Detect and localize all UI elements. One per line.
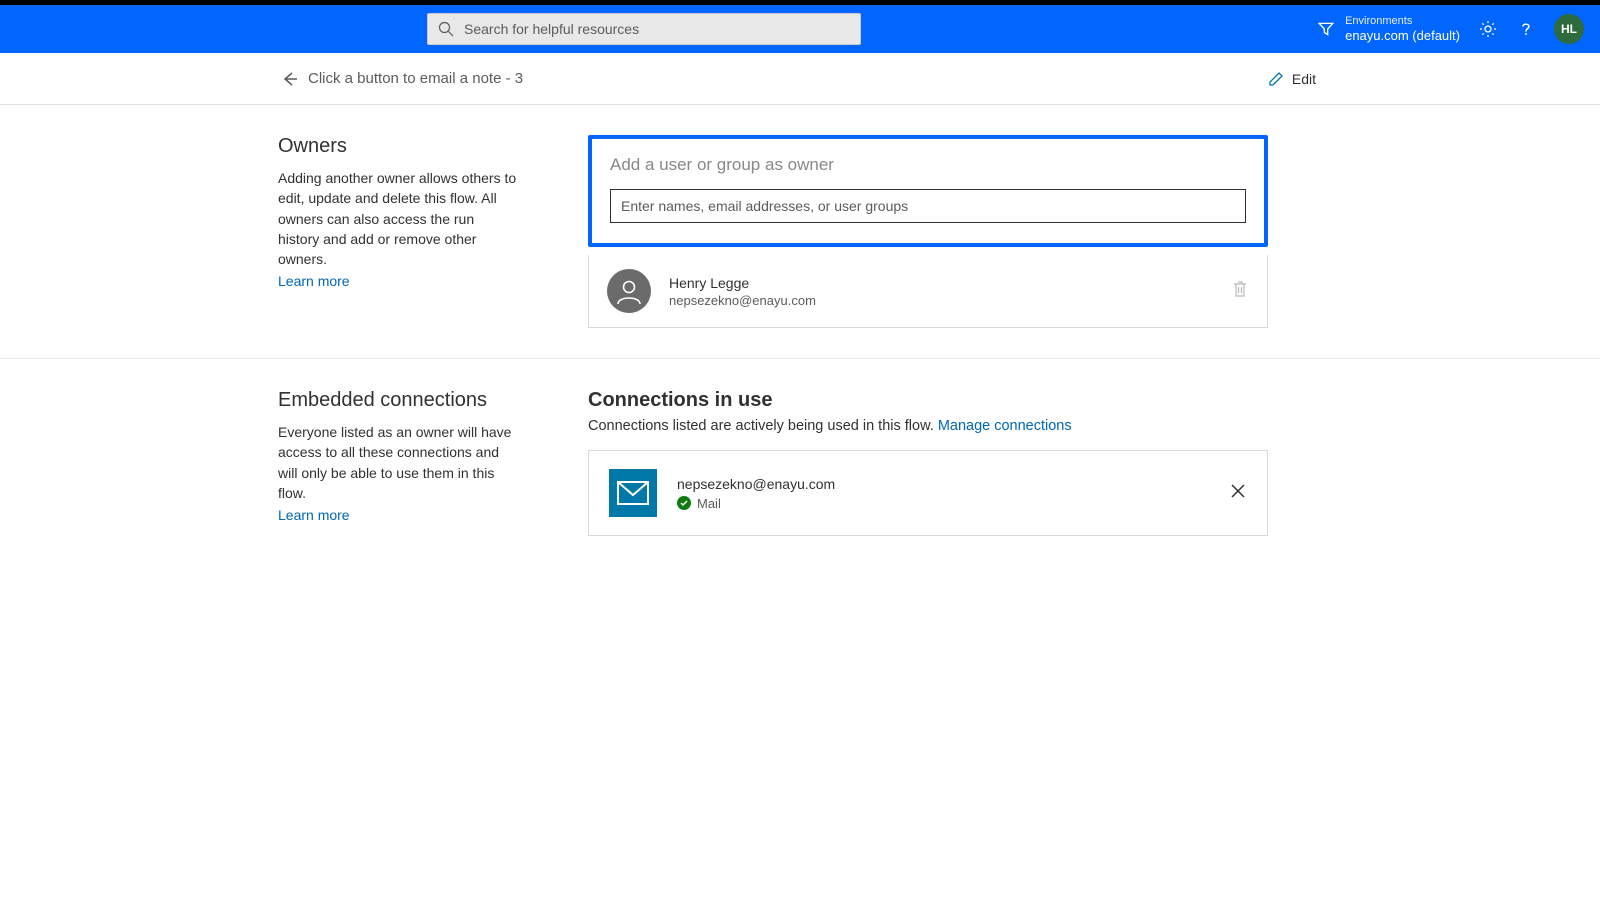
page-subheader: Click a button to email a note - 3 Edit [0, 53, 1600, 105]
owner-email: nepsezekno@enayu.com [669, 293, 1213, 308]
help-icon [1517, 20, 1535, 38]
trash-icon [1231, 279, 1249, 299]
connections-section: Embedded connections Everyone listed as … [0, 359, 1600, 566]
add-owner-title: Add a user or group as owner [610, 155, 1246, 175]
help-button[interactable] [1516, 19, 1536, 39]
edit-label: Edit [1292, 71, 1316, 87]
add-owner-panel: Add a user or group as owner [588, 135, 1268, 247]
status-ok-icon [677, 496, 691, 510]
mail-connector-icon [609, 469, 657, 517]
global-search[interactable] [427, 13, 861, 45]
app-header: Environments enayu.com (default) HL [0, 5, 1600, 53]
owners-learn-more-link[interactable]: Learn more [278, 273, 350, 289]
environment-picker[interactable]: Environments enayu.com (default) [1317, 15, 1460, 44]
owner-avatar [607, 269, 651, 313]
envelope-icon [617, 481, 649, 505]
settings-button[interactable] [1478, 19, 1498, 39]
pencil-icon [1268, 71, 1284, 87]
person-icon [614, 276, 644, 306]
embedded-connections-description: Everyone listed as an owner will have ac… [278, 422, 518, 503]
embedded-connections-title: Embedded connections [278, 389, 518, 412]
owner-row: Henry Legge nepsezekno@enayu.com [588, 255, 1268, 328]
gear-icon [1478, 19, 1498, 39]
owner-name: Henry Legge [669, 275, 1213, 291]
search-icon [438, 21, 454, 37]
owners-title: Owners [278, 135, 518, 158]
back-button[interactable] [280, 70, 298, 88]
connections-in-use-title: Connections in use [588, 389, 1268, 412]
user-avatar[interactable]: HL [1554, 14, 1584, 44]
environment-name: enayu.com (default) [1345, 28, 1460, 44]
environments-label: Environments [1345, 15, 1460, 28]
owners-section: Owners Adding another owner allows other… [0, 105, 1600, 359]
connection-account: nepsezekno@enayu.com [677, 476, 1209, 492]
filter-icon [1317, 20, 1335, 38]
add-owner-input[interactable] [610, 189, 1246, 223]
checkmark-icon [679, 498, 689, 508]
owners-description: Adding another owner allows others to ed… [278, 168, 518, 269]
connection-type: Mail [697, 496, 721, 511]
connection-row: nepsezekno@enayu.com Mail [588, 450, 1268, 536]
arrow-left-icon [280, 70, 298, 88]
edit-button[interactable]: Edit [1268, 71, 1316, 87]
close-icon [1229, 482, 1247, 500]
remove-owner-button[interactable] [1231, 279, 1249, 304]
page-title: Click a button to email a note - 3 [308, 70, 523, 87]
connections-description: Connections listed are actively being us… [588, 418, 1268, 434]
connections-learn-more-link[interactable]: Learn more [278, 507, 350, 523]
manage-connections-link[interactable]: Manage connections [938, 418, 1072, 434]
remove-connection-button[interactable] [1229, 482, 1247, 505]
search-input[interactable] [464, 21, 850, 37]
